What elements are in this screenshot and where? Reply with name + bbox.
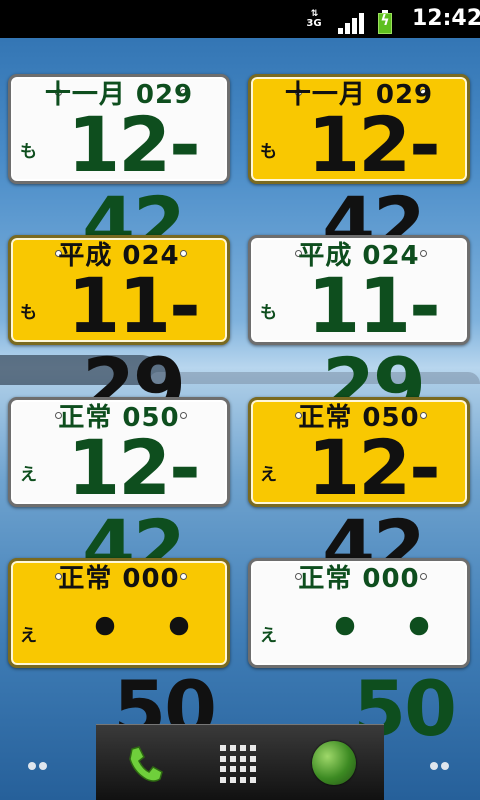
network-indicator: ⇅ 3G <box>304 9 324 29</box>
plate-kana: も <box>20 303 37 323</box>
globe-icon[interactable] <box>312 741 356 785</box>
plate-kana: も <box>20 142 37 162</box>
plate-kana: え <box>260 465 277 485</box>
battery-charging-icon: ϟ <box>378 10 392 34</box>
license-plate-widget[interactable]: 正常 050 え 12-42 <box>248 397 470 588</box>
status-clock: 12:42 <box>412 6 480 31</box>
plate-kana: も <box>260 303 277 323</box>
app-drawer-icon[interactable] <box>220 745 258 783</box>
license-plate-widget[interactable]: 正常 050 え 12-42 <box>8 397 230 588</box>
license-plate-widget[interactable]: 平成 024 も 11-29 <box>8 235 230 426</box>
plate-kana: え <box>20 626 37 646</box>
license-plate-widget[interactable]: 正常 000 え ・・ 50 <box>8 558 230 749</box>
previous-screen-indicator[interactable] <box>28 755 50 770</box>
license-plate-widget[interactable]: 平成 024 も 11-29 <box>248 235 470 426</box>
signal-icon <box>338 12 364 34</box>
dock <box>96 724 384 800</box>
license-plate-widget[interactable]: 十一月 029 も 12-42 <box>248 74 470 265</box>
status-bar: ⇅ 3G ϟ 12:42 <box>0 0 480 38</box>
network-type: 3G <box>306 18 322 29</box>
plate-kana: え <box>260 626 277 646</box>
license-plate-widget[interactable]: 正常 000 え ・・ 50 <box>248 558 470 749</box>
plate-kana: も <box>260 142 277 162</box>
license-plate-widget[interactable]: 十一月 029 も 12-42 <box>8 74 230 265</box>
next-screen-indicator[interactable] <box>430 755 452 770</box>
plate-kana: え <box>20 465 37 485</box>
phone-icon[interactable] <box>124 743 166 785</box>
